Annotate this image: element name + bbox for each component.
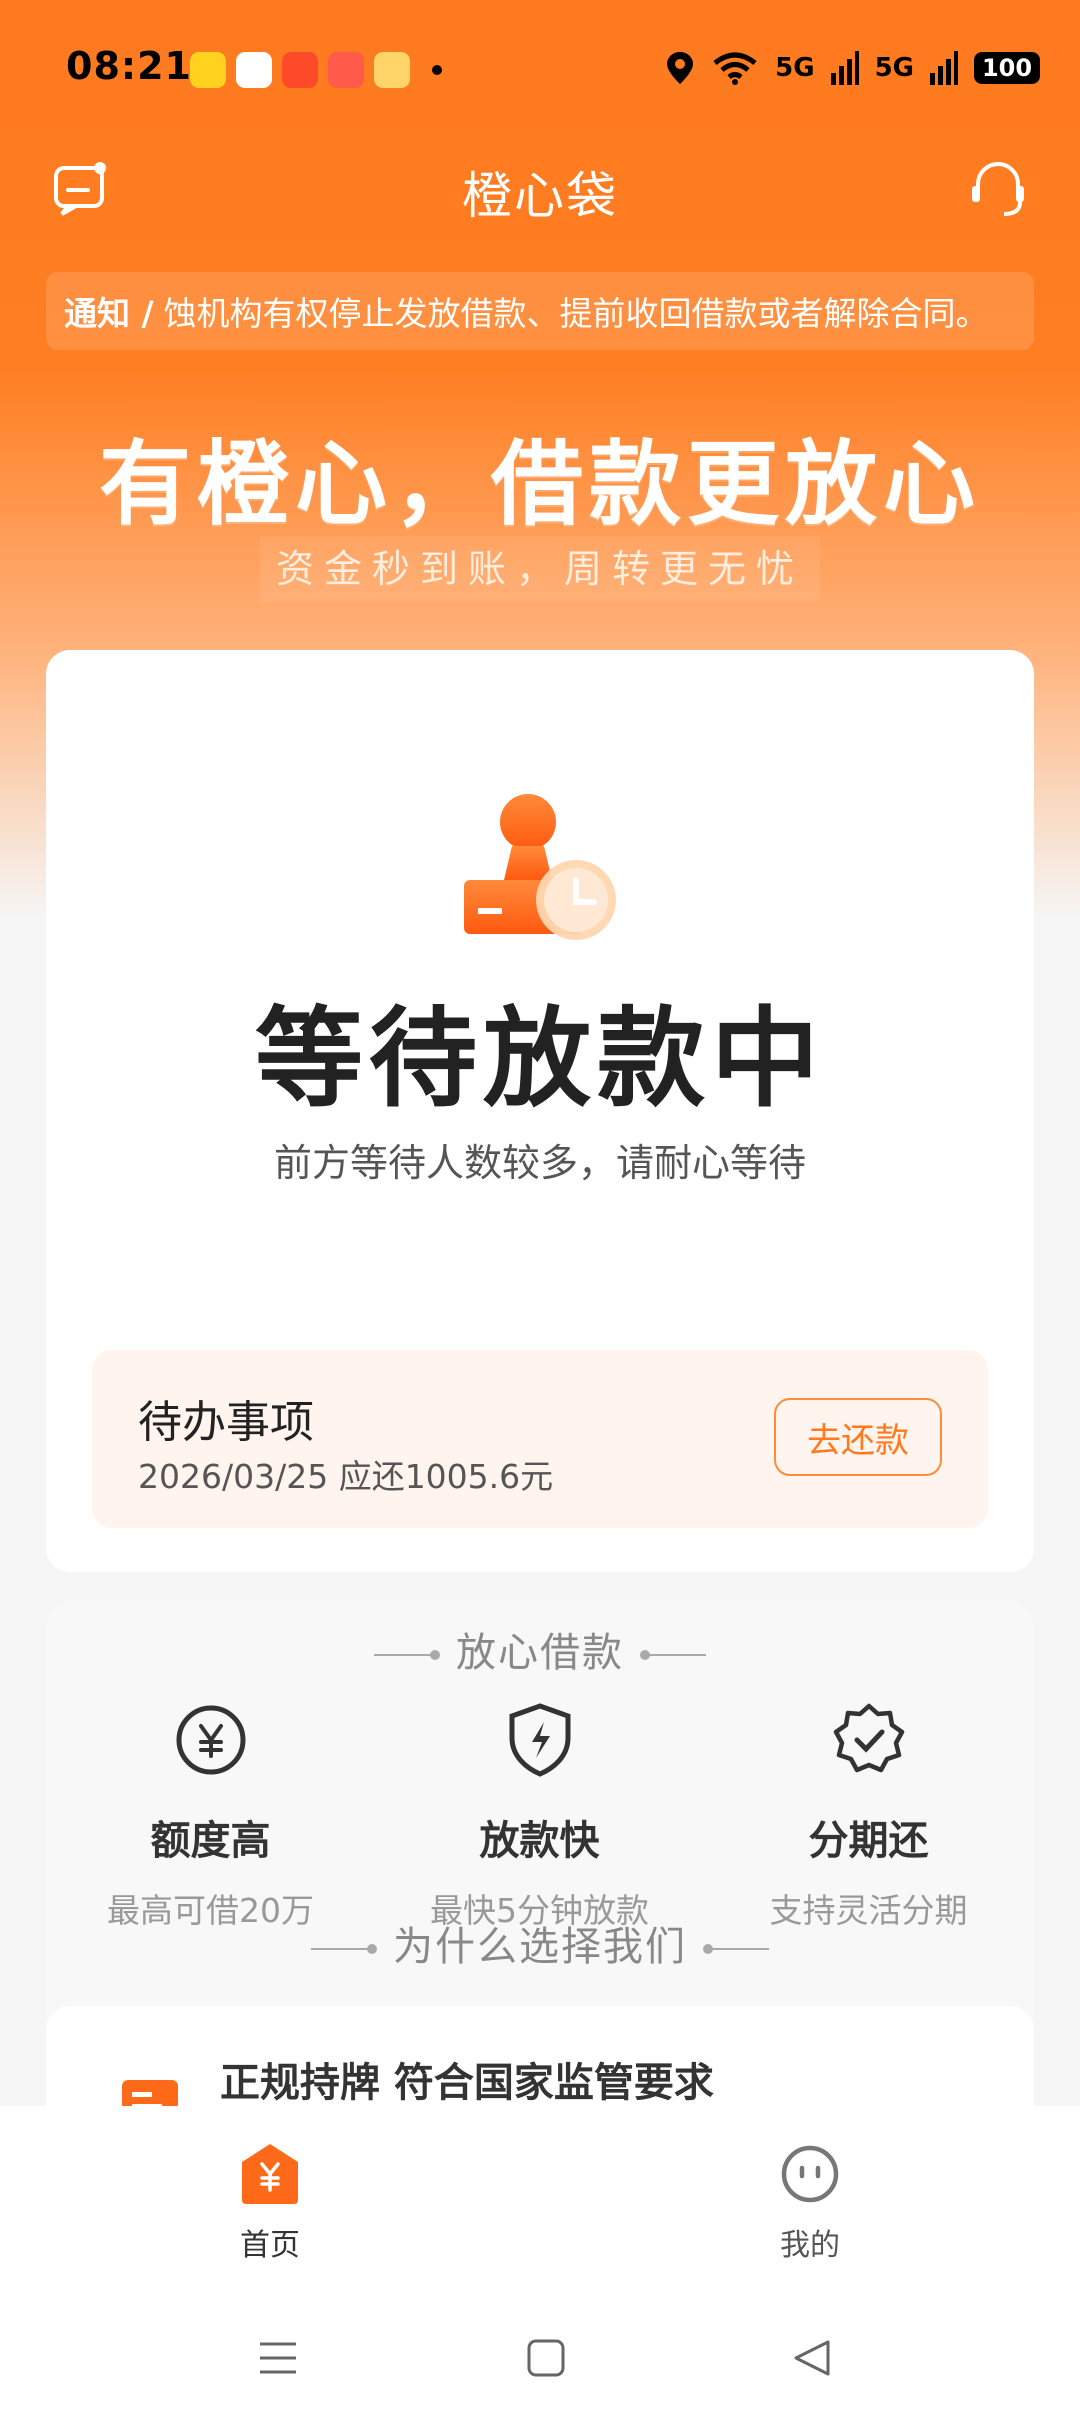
divider bbox=[374, 1650, 440, 1660]
feature-label: 额度高 bbox=[150, 1818, 271, 1864]
divider bbox=[640, 1650, 706, 1660]
feature-item: 分期还 支持灵活分期 bbox=[704, 1702, 1033, 1930]
notification-icons bbox=[190, 52, 442, 88]
wallet-notification-icon bbox=[374, 52, 410, 88]
feature-item: 放款快 最快5分钟放款 bbox=[375, 1702, 704, 1930]
nav-mine[interactable]: 我的 bbox=[710, 2142, 910, 2264]
stamp-clock-icon bbox=[464, 794, 616, 940]
notice-text: 蚀机构有权停止发放借款、提前收回借款或者解除合同。 bbox=[163, 294, 989, 333]
banner-sub-slogan: 资金秒到账，周转更无忧 bbox=[260, 536, 820, 602]
license-text: 正规持牌 符合国家监管要求 bbox=[220, 2060, 714, 2106]
profile-face-icon bbox=[781, 2145, 839, 2203]
signal-bars-icon bbox=[830, 51, 859, 85]
status-time: 08:21 bbox=[66, 44, 192, 88]
feature-label: 放款快 bbox=[479, 1818, 600, 1864]
why-section-heading: 为什么选择我们 bbox=[46, 1914, 1034, 1972]
loan-status-card: 等待放款中 前方等待人数较多，请耐心等待 待办事项 2026/03/25 应还1… bbox=[46, 650, 1034, 1572]
signal-bars-icon bbox=[930, 51, 958, 85]
lightning-shield-icon bbox=[509, 1703, 570, 1777]
home-square-icon[interactable] bbox=[524, 2336, 568, 2380]
check-badge-icon bbox=[833, 1703, 904, 1773]
notice-bar[interactable]: 通知 / 蚀机构有权停止发放借款、提前收回借款或者解除合同。 bbox=[46, 272, 1034, 350]
signal-5g-label: 5G bbox=[775, 53, 815, 83]
signal-5g-label: 5G bbox=[874, 53, 914, 83]
loan-status-description: 前方等待人数较多，请耐心等待 bbox=[273, 1141, 806, 1185]
app-title: 橙心袋 bbox=[462, 167, 618, 225]
bottom-navigation: 首页 我的 bbox=[0, 2106, 1080, 2296]
system-navigation-bar bbox=[0, 2296, 1080, 2412]
status-indicators: 5G 5G 100 bbox=[665, 50, 1040, 86]
todo-title: 待办事项 bbox=[138, 1397, 314, 1448]
more-notifications-icon bbox=[432, 65, 442, 75]
divider bbox=[311, 1944, 377, 1954]
home-icon bbox=[242, 2144, 298, 2204]
app-notification-icon bbox=[190, 52, 226, 88]
repay-button[interactable]: 去还款 bbox=[774, 1398, 942, 1476]
divider bbox=[703, 1944, 769, 1954]
feature-label: 分期还 bbox=[808, 1818, 929, 1864]
menu-icon[interactable] bbox=[256, 2336, 300, 2380]
nav-home[interactable]: 首页 bbox=[170, 2142, 370, 2264]
app-notification-icon bbox=[328, 52, 364, 88]
wifi-icon bbox=[713, 52, 757, 85]
feature-list: 额度高 最高可借20万 放款快 最快5分钟放款 分期还 支持灵活分期 bbox=[46, 1702, 1034, 1930]
notice-label: 通知 / bbox=[64, 294, 154, 333]
nav-home-label: 首页 bbox=[240, 2228, 300, 2263]
loan-status-title: 等待放款中 bbox=[254, 997, 825, 1122]
nav-mine-label: 我的 bbox=[780, 2228, 840, 2263]
app-notification-icon bbox=[282, 52, 318, 88]
banner-slogan: 有橙心，借款更放心 bbox=[98, 431, 981, 538]
todo-description: 2026/03/25 应还1005.6元 bbox=[138, 1457, 554, 1496]
headset-icon bbox=[972, 162, 1024, 216]
status-bar: 08:21 5G 5G 100 bbox=[0, 0, 1080, 130]
why-section-title: 为什么选择我们 bbox=[393, 1924, 687, 1970]
yen-circle-icon bbox=[176, 1705, 245, 1775]
customer-service-button[interactable] bbox=[966, 156, 1030, 220]
features-section-heading: 放心借款 bbox=[46, 1620, 1034, 1678]
back-icon[interactable] bbox=[790, 2336, 834, 2380]
location-icon bbox=[667, 52, 694, 84]
feature-item: 额度高 最高可借20万 bbox=[46, 1702, 375, 1930]
features-section-title: 放心借款 bbox=[456, 1630, 624, 1676]
battery-indicator: 100 bbox=[974, 52, 1040, 84]
todo-item-box: 待办事项 2026/03/25 应还1005.6元 去还款 bbox=[92, 1350, 988, 1528]
game-notification-icon bbox=[236, 52, 272, 88]
